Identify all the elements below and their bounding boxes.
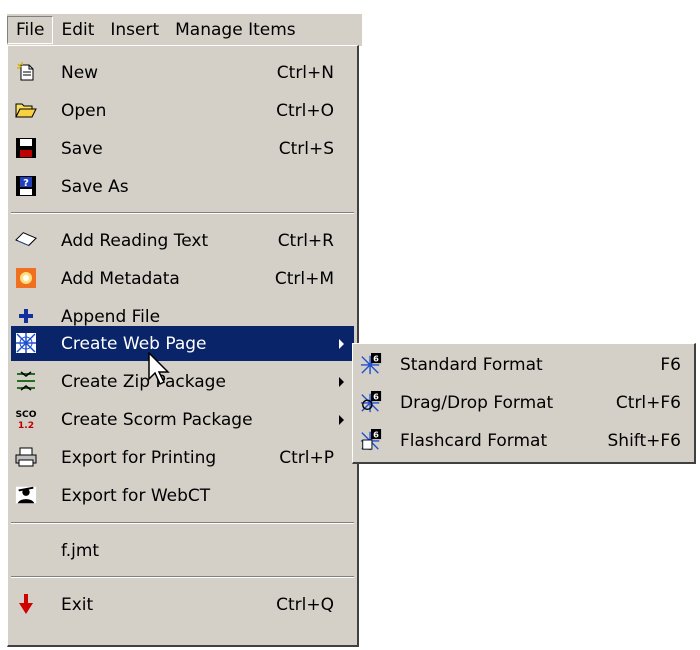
menu-insert[interactable]: Insert: [102, 16, 167, 44]
menu-item-shortcut: Ctrl+O: [276, 101, 334, 121]
submenu-arrow-icon: [339, 377, 344, 387]
menu-item-label: Save: [61, 139, 103, 159]
menu-item-shortcut: Ctrl+M: [274, 269, 334, 289]
floppy-disk-icon: [15, 137, 37, 159]
create-web-page-submenu: 6 Standard Format F6 6 Drag/Drop Format …: [352, 343, 696, 464]
menu-item-label: Open: [61, 101, 107, 121]
menu-manage-items[interactable]: Manage Items: [167, 16, 304, 44]
printer-icon: [15, 446, 37, 468]
svg-text:6: 6: [373, 391, 379, 401]
menu-item-open[interactable]: Open Ctrl+O: [11, 94, 354, 128]
menu-bar: File Edit Insert Manage Items: [7, 14, 362, 46]
submenu-item-drag-drop-format[interactable]: 6 Drag/Drop Format Ctrl+F6: [356, 386, 691, 420]
menu-item-shortcut: Ctrl+P: [279, 448, 334, 468]
menu-item-label: Create Web Page: [61, 334, 207, 354]
menu-item-label: Add Reading Text: [61, 231, 209, 251]
submenu-arrow-icon: [339, 339, 344, 349]
menu-item-label: Add Metadata: [61, 269, 180, 289]
menu-item-label: Export for WebCT: [61, 486, 211, 506]
submenu-item-shortcut: F6: [660, 355, 681, 375]
menu-item-new[interactable]: New Ctrl+N: [11, 56, 354, 90]
hot-potatoes-6-drag-icon: 6: [360, 391, 382, 413]
menu-item-create-web-page[interactable]: Create Web Page: [11, 327, 354, 361]
menu-item-add-reading-text[interactable]: Add Reading Text Ctrl+R: [11, 224, 354, 258]
submenu-item-flashcard-format[interactable]: 6 Flashcard Format Shift+F6: [356, 424, 691, 458]
mouse-cursor-icon: [148, 352, 170, 386]
menu-item-label: Create Zip Package: [61, 372, 226, 392]
file-menu: New Ctrl+N Open Ctrl+O Save Ctrl+S ? Sav…: [7, 45, 359, 647]
submenu-item-label: Standard Format: [400, 355, 543, 375]
menu-item-export-for-printing[interactable]: Export for Printing Ctrl+P: [11, 441, 354, 475]
menu-item-label: Append File: [61, 307, 161, 327]
menu-item-label: New: [61, 63, 99, 83]
zip-icon: [15, 370, 37, 392]
menu-separator: [11, 576, 354, 578]
save-as-icon: ?: [15, 175, 37, 197]
hot-potatoes-6-flashcard-icon: 6: [360, 429, 382, 451]
menu-item-label: Exit: [61, 595, 94, 615]
svg-text:?: ?: [23, 178, 29, 189]
svg-text:6: 6: [373, 353, 379, 363]
menu-item-shortcut: Ctrl+Q: [276, 595, 334, 615]
book-icon: [15, 229, 37, 251]
menu-item-shortcut: Ctrl+R: [277, 231, 334, 251]
folder-open-icon: [15, 99, 37, 121]
submenu-item-label: Flashcard Format: [400, 431, 548, 451]
menu-separator: [11, 212, 354, 214]
menu-item-label: f.jmt: [61, 541, 100, 561]
svg-text:1.2: 1.2: [18, 420, 34, 431]
menu-item-create-zip-package[interactable]: Create Zip Package: [11, 365, 354, 399]
menu-item-shortcut: Ctrl+S: [278, 139, 334, 159]
menu-item-exit[interactable]: Exit Ctrl+Q: [11, 588, 354, 622]
exit-arrow-icon: [15, 593, 37, 615]
menu-item-label: Save As: [61, 177, 129, 197]
menu-item-create-scorm-package[interactable]: SCO 1.2 Create Scorm Package: [11, 403, 354, 437]
menu-separator: [11, 522, 354, 524]
metadata-icon: [15, 267, 37, 289]
submenu-item-label: Drag/Drop Format: [400, 393, 554, 413]
webct-icon: [15, 484, 37, 506]
new-document-icon: [15, 61, 37, 83]
menu-item-label: Export for Printing: [61, 448, 217, 468]
menu-item-recent-file[interactable]: f.jmt: [11, 534, 354, 568]
hot-potatoes-6-icon: 6: [360, 353, 382, 375]
web-page-icon: [15, 332, 37, 354]
submenu-item-shortcut: Shift+F6: [607, 431, 681, 451]
menu-edit[interactable]: Edit: [53, 16, 102, 44]
submenu-arrow-icon: [339, 415, 344, 425]
menu-file[interactable]: File: [7, 16, 54, 44]
menu-item-add-metadata[interactable]: Add Metadata Ctrl+M: [11, 262, 354, 296]
menu-item-label: Create Scorm Package: [61, 410, 253, 430]
menu-item-save[interactable]: Save Ctrl+S: [11, 132, 354, 166]
scorm-icon: SCO 1.2: [15, 408, 37, 431]
svg-text:6: 6: [373, 429, 379, 439]
svg-text:SCO: SCO: [15, 409, 36, 420]
submenu-item-shortcut: Ctrl+F6: [615, 393, 681, 413]
menu-item-shortcut: Ctrl+N: [276, 63, 334, 83]
submenu-item-standard-format[interactable]: 6 Standard Format F6: [356, 348, 691, 382]
plus-icon: [15, 305, 37, 327]
menu-item-export-for-webct[interactable]: Export for WebCT: [11, 479, 354, 513]
menu-item-save-as[interactable]: ? Save As: [11, 170, 354, 204]
